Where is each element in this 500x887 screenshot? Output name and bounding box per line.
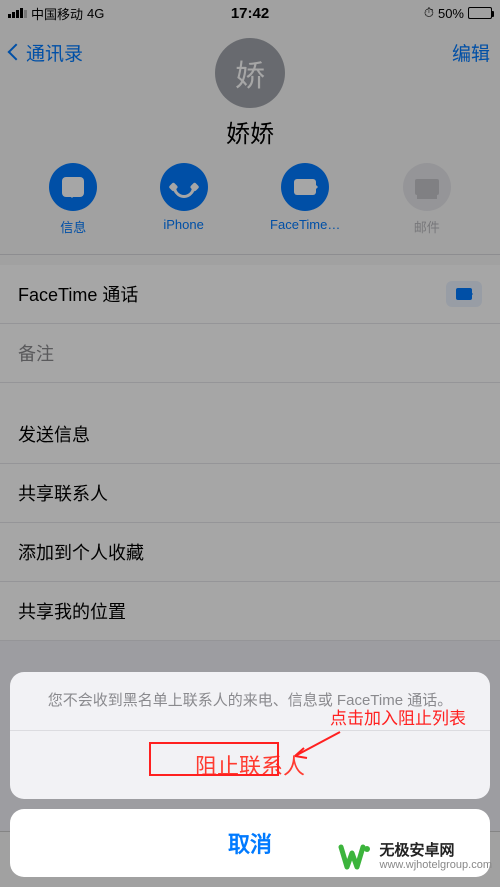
video-icon bbox=[294, 179, 316, 195]
status-bar: 中国移动 4G 17:42 ⏱ 50% bbox=[0, 0, 500, 26]
message-action[interactable]: 信息 bbox=[49, 163, 97, 236]
share-location-label: 共享我的位置 bbox=[18, 598, 126, 624]
edit-button[interactable]: 编辑 bbox=[452, 39, 490, 66]
signal-icon bbox=[8, 8, 27, 18]
mail-label: 邮件 bbox=[414, 217, 440, 236]
video-badge-icon[interactable] bbox=[446, 281, 482, 307]
watermark-url: www.wjhotelgroup.com bbox=[380, 859, 493, 871]
battery-icon bbox=[468, 7, 492, 19]
facetime-call-label: FaceTime 通话 bbox=[18, 281, 138, 307]
network-label: 4G bbox=[87, 6, 104, 21]
watermark: 无极安卓网 www.wjhotelgroup.com bbox=[338, 839, 493, 875]
contact-header: 娇 娇娇 信息 iPhone FaceTime… 邮件 bbox=[0, 38, 500, 265]
share-contact-label: 共享联系人 bbox=[18, 480, 108, 506]
facetime-label: FaceTime… bbox=[270, 217, 340, 232]
back-label: 通讯录 bbox=[26, 39, 83, 66]
avatar: 娇 bbox=[215, 38, 285, 108]
status-time: 17:42 bbox=[231, 5, 269, 22]
mail-icon bbox=[415, 179, 439, 195]
add-favorite-row[interactable]: 添加到个人收藏 bbox=[0, 523, 500, 582]
call-action[interactable]: iPhone bbox=[160, 163, 208, 236]
send-message-label: 发送信息 bbox=[18, 421, 90, 447]
carrier-label: 中国移动 bbox=[31, 4, 83, 23]
phone-icon bbox=[168, 171, 199, 202]
annotation-text: 点击加入阻止列表 bbox=[330, 704, 466, 729]
detail-list: FaceTime 通话 备注 发送信息 共享联系人 添加到个人收藏 共享我的位置 bbox=[0, 265, 500, 641]
watermark-title: 无极安卓网 bbox=[380, 843, 493, 860]
mail-action: 邮件 bbox=[403, 163, 451, 236]
facetime-call-row[interactable]: FaceTime 通话 bbox=[0, 265, 500, 324]
call-label: iPhone bbox=[163, 217, 203, 232]
add-favorite-label: 添加到个人收藏 bbox=[18, 539, 144, 565]
chevron-left-icon bbox=[8, 44, 25, 61]
watermark-logo-icon bbox=[338, 839, 374, 875]
share-contact-row[interactable]: 共享联系人 bbox=[0, 464, 500, 523]
back-button[interactable]: 通讯录 bbox=[10, 39, 83, 66]
facetime-action[interactable]: FaceTime… bbox=[270, 163, 340, 236]
send-message-row[interactable]: 发送信息 bbox=[0, 405, 500, 464]
battery-percent: 50% bbox=[438, 6, 464, 21]
message-icon bbox=[62, 177, 84, 197]
notes-row[interactable]: 备注 bbox=[0, 324, 500, 383]
share-location-row[interactable]: 共享我的位置 bbox=[0, 582, 500, 641]
annotation-arrow-icon bbox=[290, 732, 342, 760]
message-label: 信息 bbox=[60, 217, 86, 236]
annotation-box bbox=[149, 742, 279, 776]
alarm-icon: ⏱ bbox=[424, 5, 434, 21]
notes-label: 备注 bbox=[18, 340, 54, 366]
action-row: 信息 iPhone FaceTime… 邮件 bbox=[0, 163, 500, 255]
contact-name: 娇娇 bbox=[0, 114, 500, 149]
